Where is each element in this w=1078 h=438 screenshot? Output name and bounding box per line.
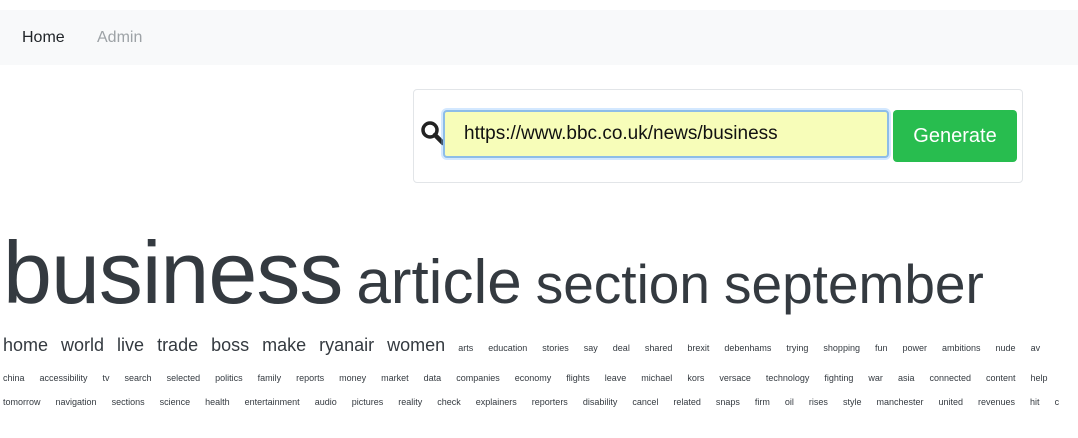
- cloud-word: hit: [1030, 397, 1040, 407]
- word-cloud-row-4: tomorrow navigation sections science health e…: [3, 392, 1074, 410]
- cloud-word: accessibility: [39, 373, 88, 383]
- cloud-word: leave: [604, 373, 627, 383]
- cloud-word: firm: [754, 397, 770, 407]
- cloud-word: education: [488, 343, 528, 353]
- cloud-word: politics: [215, 373, 243, 383]
- nav-home-link[interactable]: Home: [22, 29, 65, 47]
- cloud-word: women: [387, 335, 446, 355]
- cloud-word: reports: [296, 373, 325, 383]
- cloud-word: reality: [398, 397, 423, 407]
- cloud-word: science: [159, 397, 191, 407]
- cloud-word: michael: [641, 373, 673, 383]
- cloud-word: war: [868, 373, 883, 383]
- word-cloud-row-1: business article section september: [3, 222, 998, 324]
- cloud-word: entertainment: [244, 397, 300, 407]
- cloud-word: ambitions: [942, 343, 981, 353]
- cloud-word: stories: [542, 343, 569, 353]
- cloud-word: sections: [111, 397, 145, 407]
- cloud-word: content: [986, 373, 1016, 383]
- cloud-word: power: [902, 343, 927, 353]
- cloud-word: ryanair: [319, 335, 375, 355]
- cloud-word: rises: [808, 397, 828, 407]
- cloud-word: reporters: [531, 397, 568, 407]
- cloud-word: flights: [566, 373, 590, 383]
- top-navbar: Home Admin: [0, 10, 1078, 65]
- cloud-word: debenhams: [724, 343, 772, 353]
- cloud-word: market: [381, 373, 409, 383]
- cloud-word: shopping: [823, 343, 860, 353]
- cloud-word: section: [535, 253, 710, 315]
- cloud-word: money: [339, 373, 367, 383]
- cloud-word: make: [262, 335, 307, 355]
- cloud-word: nude: [995, 343, 1016, 353]
- cloud-word: home: [3, 335, 49, 355]
- generate-button[interactable]: Generate: [893, 110, 1017, 162]
- cloud-word: manchester: [876, 397, 924, 407]
- cloud-word: search: [124, 373, 152, 383]
- cloud-word: arts: [458, 343, 474, 353]
- url-input[interactable]: [443, 110, 889, 158]
- cloud-word: revenues: [978, 397, 1016, 407]
- cloud-word: explainers: [475, 397, 517, 407]
- cloud-word: check: [437, 397, 461, 407]
- cloud-word: connected: [929, 373, 971, 383]
- cloud-word: united: [938, 397, 964, 407]
- cloud-word: brexit: [687, 343, 710, 353]
- cloud-word: selected: [166, 373, 201, 383]
- cloud-word: technology: [765, 373, 810, 383]
- cloud-word: fun: [874, 343, 888, 353]
- cloud-word: economy: [514, 373, 552, 383]
- cloud-word: fighting: [824, 373, 854, 383]
- cloud-word: world: [61, 335, 105, 355]
- cloud-word: related: [673, 397, 701, 407]
- cloud-word: china: [3, 373, 25, 383]
- nav-admin-link[interactable]: Admin: [97, 29, 142, 47]
- cloud-word: health: [205, 397, 230, 407]
- word-cloud-row-2: home world live trade boss make ryanair women ar…: [3, 335, 1055, 356]
- cloud-word: trade: [157, 335, 199, 355]
- cloud-word: oil: [784, 397, 794, 407]
- cloud-word: boss: [211, 335, 250, 355]
- cloud-word: article: [356, 248, 522, 317]
- cloud-word: deal: [612, 343, 630, 353]
- word-cloud-row-3: china accessibility tv search selected politi…: [3, 368, 1063, 386]
- cloud-word: disability: [582, 397, 618, 407]
- cloud-word: versace: [719, 373, 751, 383]
- cloud-word: style: [842, 397, 862, 407]
- cloud-word: help: [1030, 373, 1048, 383]
- cloud-word: c: [1054, 397, 1060, 407]
- cloud-word: cancel: [632, 397, 659, 407]
- cloud-word: say: [583, 343, 598, 353]
- cloud-word: companies: [456, 373, 500, 383]
- search-card: Generate: [413, 89, 1023, 183]
- cloud-word: snaps: [715, 397, 740, 407]
- cloud-word: trying: [786, 343, 809, 353]
- cloud-word: tv: [102, 373, 110, 383]
- cloud-word: av: [1030, 343, 1041, 353]
- cloud-word: asia: [897, 373, 915, 383]
- cloud-word: live: [117, 335, 145, 355]
- cloud-word: data: [423, 373, 442, 383]
- cloud-word: shared: [644, 343, 673, 353]
- cloud-word: business: [3, 223, 343, 322]
- cloud-word: audio: [314, 397, 337, 407]
- cloud-word: pictures: [351, 397, 384, 407]
- cloud-word: kors: [687, 373, 705, 383]
- cloud-word: tomorrow: [3, 397, 41, 407]
- cloud-word: september: [723, 253, 984, 315]
- cloud-word: family: [257, 373, 282, 383]
- cloud-word: navigation: [55, 397, 97, 407]
